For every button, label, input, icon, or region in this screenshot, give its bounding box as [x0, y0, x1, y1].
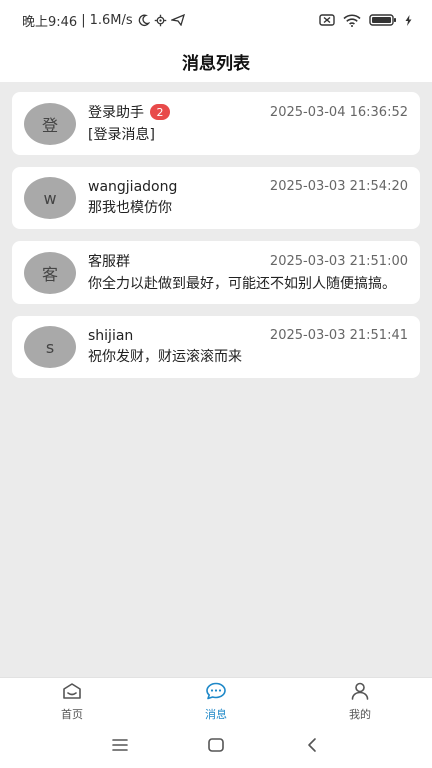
message-time: 2025-03-04 16:36:52 — [269, 104, 408, 120]
message-header: wangjiadong 2025-03-03 21:54:20 — [88, 179, 408, 195]
tab-home[interactable]: 首页 — [0, 678, 144, 725]
status-left: 晚上9:46 | 1.6M/s — [22, 11, 185, 30]
message-time: 2025-03-03 21:51:00 — [269, 253, 408, 269]
status-right — [319, 14, 412, 27]
message-header: 登录助手 2 2025-03-04 16:36:52 — [88, 102, 408, 122]
square-icon — [207, 737, 225, 757]
message-preview: [登录消息] — [88, 127, 155, 143]
message-time: 2025-03-03 21:54:20 — [269, 179, 408, 194]
charging-icon — [405, 14, 412, 26]
message-preview: 那我也模仿你 — [88, 199, 172, 216]
message-preview: 你全力以赴做到最好，可能还不如别人随便搞搞。 — [88, 276, 396, 292]
message-body: wangjiadong 2025-03-03 21:54:20 那我也模仿你 — [88, 179, 408, 218]
user-icon — [350, 682, 370, 704]
message-item-wangjiadong[interactable]: w wangjiadong 2025-03-03 21:54:20 那我也模仿你 — [12, 167, 420, 229]
message-body: 登录助手 2 2025-03-04 16:36:52 [登录消息] — [88, 102, 408, 145]
message-header: 客服群 2025-03-03 21:51:00 — [88, 251, 408, 271]
message-item-customer-service-group[interactable]: 客 客服群 2025-03-03 21:51:00 你全力以赴做到最好，可能还不… — [12, 241, 420, 304]
unread-badge: 2 — [150, 104, 170, 120]
back-button[interactable] — [298, 733, 326, 761]
message-body: 客服群 2025-03-03 21:51:00 你全力以赴做到最好，可能还不如别… — [88, 251, 408, 294]
tab-label: 消息 — [205, 707, 227, 721]
home-icon — [62, 682, 82, 704]
chat-icon — [205, 682, 227, 704]
status-time: 晚上9:46 — [22, 14, 78, 30]
message-list: 登 登录助手 2 2025-03-04 16:36:52 [登录消息] w wa… — [0, 82, 432, 390]
battery-icon — [369, 14, 397, 26]
status-separator: | — [81, 12, 86, 28]
no-sim-icon — [319, 14, 335, 26]
message-item-login-assistant[interactable]: 登 登录助手 2 2025-03-04 16:36:52 [登录消息] — [12, 92, 420, 155]
page-title: 消息列表 — [182, 53, 250, 74]
message-header: shijian 2025-03-03 21:51:41 — [88, 328, 408, 344]
contact-name: shijian — [88, 327, 134, 344]
app-screen: 晚上9:46 | 1.6M/s 消息列表 登 登录助手 2 2025-03-04… — [0, 0, 432, 768]
title-bar: 消息列表 — [0, 40, 432, 82]
contact-name: wangjiadong — [88, 178, 178, 195]
tab-me[interactable]: 我的 — [288, 678, 432, 725]
avatar: 登 — [24, 102, 76, 145]
avatar: w — [24, 177, 76, 219]
message-body: shijian 2025-03-03 21:51:41 祝你发财，财运滚滚而来 — [88, 328, 408, 367]
tab-messages[interactable]: 消息 — [144, 678, 288, 725]
bottom-tab-bar: 首页 消息 我的 — [0, 677, 432, 725]
moon-icon — [137, 14, 150, 27]
avatar: 客 — [24, 251, 76, 294]
menu-icon — [111, 737, 129, 756]
avatar: s — [24, 326, 76, 368]
system-nav-bar — [0, 725, 432, 768]
gear-icon — [154, 14, 167, 27]
home-button[interactable] — [202, 733, 230, 761]
tab-label: 我的 — [349, 707, 371, 721]
message-preview: 祝你发财，财运滚滚而来 — [88, 348, 242, 365]
status-bar: 晚上9:46 | 1.6M/s — [0, 0, 432, 40]
wifi-icon — [343, 14, 361, 27]
tab-label: 首页 — [61, 707, 83, 721]
send-icon — [170, 14, 185, 26]
chevron-left-icon — [305, 737, 319, 757]
contact-name: 客服群 — [88, 254, 130, 270]
message-item-shijian[interactable]: s shijian 2025-03-03 21:51:41 祝你发财，财运滚滚而… — [12, 316, 420, 378]
contact-name: 登录助手 — [88, 105, 144, 121]
status-net-speed: 1.6M/s — [89, 12, 133, 28]
menu-button[interactable] — [106, 733, 134, 761]
message-time: 2025-03-03 21:51:41 — [269, 328, 408, 343]
